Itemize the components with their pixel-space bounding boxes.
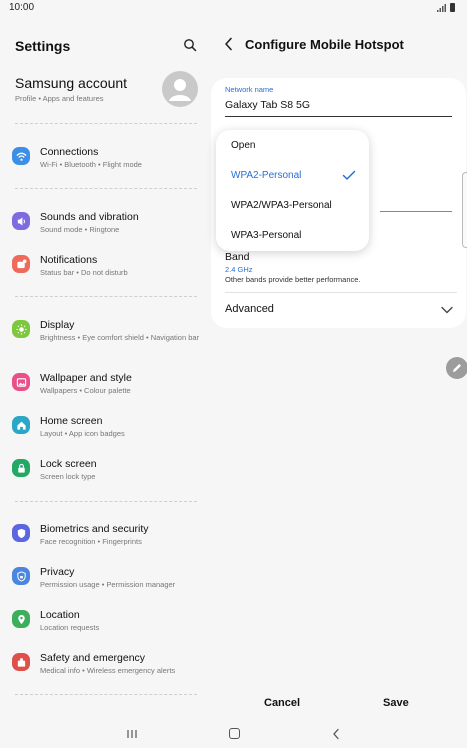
search-icon[interactable]: [183, 38, 197, 52]
divider: [15, 501, 197, 502]
menu-title: Sounds and vibration: [40, 211, 139, 223]
menu-item-sounds[interactable]: Sounds and vibration Sound mode • Ringto…: [0, 211, 211, 251]
menu-item-connections[interactable]: Connections Wi-Fi • Bluetooth • Flight m…: [0, 146, 211, 186]
network-name-input[interactable]: Galaxy Tab S8 5G: [225, 97, 452, 117]
check-icon: [342, 170, 356, 180]
menu-item-notifications[interactable]: Notifications Status bar • Do not distur…: [0, 254, 211, 294]
page-title: Configure Mobile Hotspot: [245, 37, 404, 52]
security-option-open[interactable]: Open: [231, 140, 255, 151]
advanced-toggle[interactable]: Advanced: [225, 303, 274, 315]
edit-button[interactable]: [446, 357, 467, 379]
menu-title: Location: [40, 609, 80, 621]
network-name-label: Network name: [225, 85, 274, 94]
wifi-icon: [12, 147, 30, 165]
account-name: Samsung account: [15, 75, 128, 91]
sun-icon: [12, 320, 30, 338]
divider: [225, 292, 457, 293]
menu-item-biometrics[interactable]: Biometrics and security Face recognition…: [0, 523, 211, 563]
account-sub: Profile • Apps and features: [15, 94, 104, 103]
menu-item-safety[interactable]: Safety and emergency Medical info • Wire…: [0, 652, 211, 692]
band-note: Other bands provide better performance.: [225, 275, 361, 284]
security-option-wpa3-personal[interactable]: WPA3-Personal: [231, 230, 301, 241]
menu-subtitle: Face recognition • Fingerprints: [40, 537, 142, 546]
avatar[interactable]: [162, 71, 198, 107]
settings-title: Settings: [15, 38, 71, 54]
menu-subtitle: Wallpapers • Colour palette: [40, 386, 131, 395]
status-bar: 10:00: [0, 0, 467, 16]
menu-title: Home screen: [40, 415, 103, 427]
battery-icon: [450, 3, 455, 12]
menu-title: Wallpaper and style: [40, 372, 132, 384]
divider: [15, 694, 197, 695]
recent-apps-icon[interactable]: [126, 729, 138, 739]
shield-icon: [12, 524, 30, 542]
menu-title: Biometrics and security: [40, 523, 149, 535]
emergency-icon: [12, 653, 30, 671]
menu-item-home-screen[interactable]: Home screen Layout • App icon badges: [0, 415, 211, 455]
save-button[interactable]: Save: [383, 697, 409, 709]
menu-subtitle: Status bar • Do not disturb: [40, 268, 128, 277]
band-value: 2.4 GHz: [225, 265, 253, 274]
back-nav-icon[interactable]: [332, 728, 340, 740]
menu-item-privacy[interactable]: Privacy Permission usage • Permission ma…: [0, 566, 211, 606]
band-title: Band: [225, 251, 250, 263]
password-field-underline: [380, 211, 452, 212]
menu-subtitle: Layout • App icon badges: [40, 429, 125, 438]
security-option-wpa2-wpa3-personal[interactable]: WPA2/WPA3-Personal: [231, 200, 332, 211]
menu-item-wallpaper[interactable]: Wallpaper and style Wallpapers • Colour …: [0, 372, 211, 412]
menu-title: Safety and emergency: [40, 652, 146, 664]
signal-icon: [437, 4, 446, 12]
notification-icon: [12, 255, 30, 273]
menu-subtitle: Sound mode • Ringtone: [40, 225, 120, 234]
divider: [15, 188, 197, 189]
menu-subtitle: Location requests: [40, 623, 100, 632]
pencil-icon: [453, 364, 461, 372]
menu-subtitle: Brightness • Eye comfort shield • Naviga…: [40, 333, 200, 342]
menu-subtitle: Screen lock type: [40, 472, 96, 481]
privacy-icon: [12, 567, 30, 585]
back-arrow-icon[interactable]: [223, 37, 235, 51]
menu-title: Display: [40, 319, 75, 331]
speaker-icon: [12, 212, 30, 230]
navigation-bar: [0, 722, 467, 748]
location-icon: [12, 610, 30, 628]
status-time: 10:00: [9, 2, 35, 13]
home-icon: [12, 416, 30, 434]
menu-item-display[interactable]: Display Brightness • Eye comfort shield …: [0, 319, 211, 359]
menu-title: Lock screen: [40, 458, 97, 470]
menu-title: Notifications: [40, 254, 98, 266]
image-icon: [12, 373, 30, 391]
lock-icon: [12, 459, 30, 477]
menu-subtitle: Wi-Fi • Bluetooth • Flight mode: [40, 160, 142, 169]
menu-item-location[interactable]: Location Location requests: [0, 609, 211, 649]
status-icons: [437, 3, 455, 12]
chevron-down-icon[interactable]: [440, 305, 454, 315]
divider: [15, 296, 197, 297]
menu-subtitle: Permission usage • Permission manager: [40, 580, 176, 589]
home-nav-icon[interactable]: [229, 728, 240, 739]
person-icon: [169, 79, 191, 101]
menu-item-lock-screen[interactable]: Lock screen Screen lock type: [0, 458, 211, 498]
menu-title: Privacy: [40, 566, 75, 578]
menu-subtitle: Medical info • Wireless emergency alerts: [40, 666, 176, 675]
divider: [15, 123, 197, 124]
menu-title: Connections: [40, 146, 99, 158]
cancel-button[interactable]: Cancel: [264, 697, 300, 709]
security-option-wpa2-personal[interactable]: WPA2-Personal: [231, 170, 301, 181]
side-panel-handle[interactable]: [462, 172, 467, 248]
